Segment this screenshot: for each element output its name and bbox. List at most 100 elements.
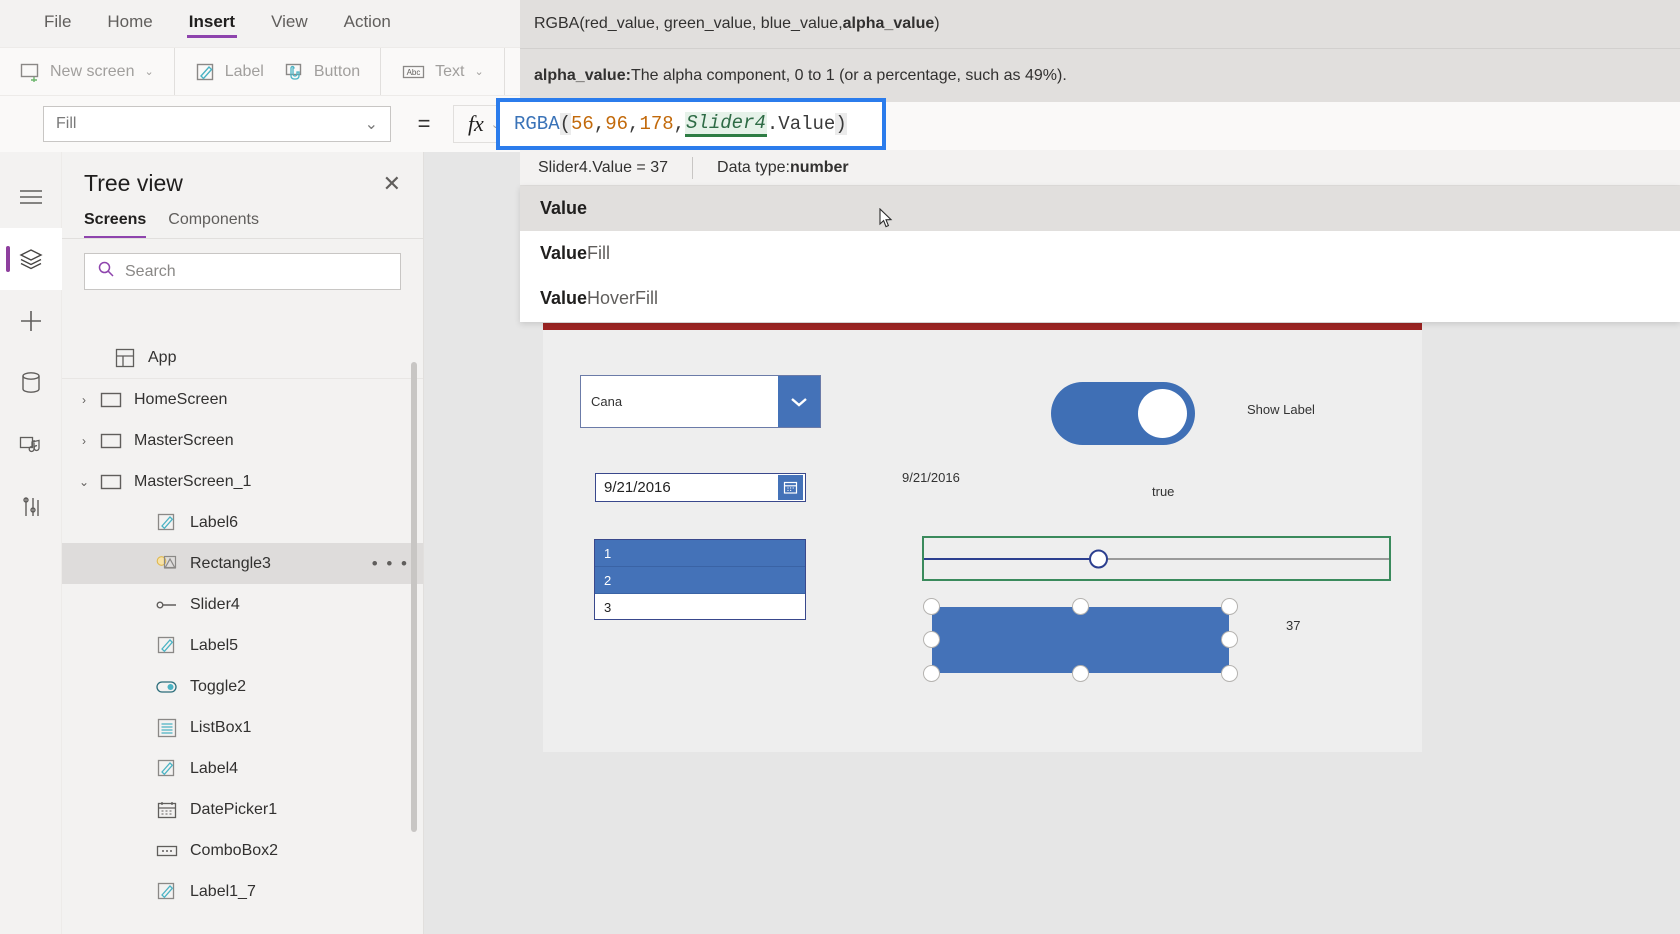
slider-track-filled	[924, 557, 1099, 560]
data-sources-icon[interactable]	[0, 352, 62, 414]
insert-icon[interactable]	[0, 290, 62, 352]
toggle-icon	[152, 680, 182, 694]
chevron-icon[interactable]: ›	[72, 393, 96, 407]
close-icon[interactable]: ✕	[383, 172, 401, 195]
tree-node-listbox1[interactable]: ListBox1	[62, 707, 423, 748]
search-input[interactable]	[125, 262, 388, 281]
ribbon-tab-action[interactable]: Action	[328, 7, 407, 40]
resize-handle-n[interactable]	[1072, 598, 1089, 615]
autocomplete-rest: HoverFill	[587, 288, 659, 308]
resize-handle-e[interactable]	[1221, 631, 1238, 648]
insert-label-text: Label	[224, 62, 264, 80]
slider-icon	[152, 598, 182, 612]
ribbon-tab-label: View	[271, 12, 308, 31]
hamburger-menu-icon[interactable]	[0, 166, 62, 228]
date-echo-label: 9/21/2016	[902, 470, 960, 485]
tree-node-label: MasterScreen_1	[134, 472, 252, 490]
search-box[interactable]	[84, 253, 401, 290]
calendar-icon[interactable]	[778, 475, 803, 500]
tree-node-masterscreen[interactable]: › MasterScreen	[62, 420, 423, 461]
tree-node-label6[interactable]: Label6	[62, 502, 423, 543]
tree-node-label4[interactable]: Label4	[62, 748, 423, 789]
tree-node-label1_7[interactable]: Label1_7	[62, 871, 423, 912]
tree-node-label: Toggle2	[190, 677, 247, 695]
new-screen-label: New screen	[50, 62, 135, 80]
chevron-icon[interactable]: ⌄	[72, 475, 96, 489]
tree-node-app[interactable]: App	[62, 338, 423, 379]
resize-handle-se[interactable]	[1221, 665, 1238, 682]
tree-scrollbar[interactable]	[411, 342, 417, 934]
ribbon-tab-insert[interactable]: Insert	[173, 7, 251, 40]
tree-view-panel: Tree view ✕ Screens Components App › Home…	[62, 152, 424, 934]
chevron-down-icon[interactable]	[778, 376, 820, 427]
listbox-item-label: 1	[604, 545, 612, 561]
canvas-datepicker[interactable]: 9/21/2016	[595, 473, 806, 502]
more-options-icon[interactable]: • • •	[372, 554, 409, 574]
tree-node-label5[interactable]: Label5	[62, 625, 423, 666]
ribbon-tab-view[interactable]: View	[255, 7, 324, 40]
autocomplete-list[interactable]: Value Value Fill Value HoverFill	[520, 186, 1680, 322]
tree-node-list[interactable]: App › HomeScreen › MasterScreen ⌄ Master…	[62, 338, 423, 934]
property-dropdown[interactable]: Fill ⌄	[43, 106, 391, 142]
autocomplete-item[interactable]: Value HoverFill	[520, 276, 1680, 321]
tree-node-masterscreen_1[interactable]: ⌄ MasterScreen_1	[62, 461, 423, 502]
resize-handle-ne[interactable]	[1221, 598, 1238, 615]
app-screen-preview[interactable]: Cana 9/21/2016 123 Show Label 9/21/2016 …	[543, 323, 1422, 752]
canvas-listbox[interactable]: 1 2 3	[594, 539, 806, 620]
toggle-knob	[1138, 389, 1187, 438]
tree-node-toggle2[interactable]: Toggle2	[62, 666, 423, 707]
resize-handle-nw[interactable]	[923, 598, 940, 615]
listbox-item[interactable]: 2	[595, 567, 805, 594]
button-icon	[284, 62, 306, 82]
ribbon-tab-label: Insert	[188, 12, 236, 31]
listbox-item[interactable]: 1	[595, 540, 805, 567]
tree-node-label: Slider4	[190, 595, 240, 613]
ribbon-tab-label: Action	[343, 12, 391, 31]
formula-result-bar: Slider4.Value = 37 Data type: number	[520, 150, 1680, 186]
tree-node-rectangle3[interactable]: Rectangle3 • • •	[62, 543, 423, 584]
tree-tab-screens[interactable]: Screens	[84, 211, 147, 238]
listbox-item[interactable]: 3	[595, 594, 805, 621]
listbox-item-label: 3	[604, 600, 612, 615]
divider	[692, 156, 694, 179]
canvas-rectangle-selected[interactable]	[923, 598, 1238, 682]
chevron-down-icon[interactable]: ⌄	[144, 65, 153, 78]
tree-tab-label: Screens	[84, 211, 147, 228]
media-icon[interactable]	[0, 414, 62, 476]
page-title: Tree view	[84, 170, 183, 196]
variables-icon[interactable]	[0, 476, 62, 538]
resize-handle-w[interactable]	[923, 631, 940, 648]
resize-handle-s[interactable]	[1072, 665, 1089, 682]
tree-node-homescreen[interactable]: › HomeScreen	[62, 379, 423, 420]
tree-node-slider4[interactable]: Slider4	[62, 584, 423, 625]
screen-top-bar	[543, 323, 1422, 330]
data-type-value: number	[789, 158, 849, 176]
tree-node-combobox2[interactable]: ComboBox2	[62, 830, 423, 871]
tree-view-icon[interactable]	[0, 228, 62, 290]
formula-input[interactable]: RGBA(56, 96, 178, Slider4 .Value)	[500, 102, 882, 146]
ribbon-tab-home[interactable]: Home	[91, 7, 168, 40]
canvas-toggle[interactable]	[1051, 382, 1195, 445]
canvas-slider[interactable]	[922, 536, 1391, 581]
chevron-down-icon[interactable]: ⌄	[474, 65, 483, 78]
search-container	[62, 239, 423, 300]
insert-text-button[interactable]: Abc Text ⌄	[391, 56, 494, 88]
slider-thumb[interactable]	[1089, 549, 1108, 568]
show-label-text: Show Label	[1247, 402, 1315, 417]
label-icon	[195, 62, 217, 82]
insert-label-button[interactable]: Label	[185, 56, 274, 88]
tree-tab-components[interactable]: Components	[168, 211, 259, 238]
insert-text-label: Text	[435, 62, 465, 80]
resize-handle-sw[interactable]	[923, 665, 940, 682]
new-screen-button[interactable]: New screen ⌄	[10, 56, 164, 88]
formula-input-wrapper[interactable]: RGBA(56, 96, 178, Slider4 .Value)	[496, 98, 886, 150]
ribbon-tab-file[interactable]: File	[28, 7, 87, 40]
autocomplete-item[interactable]: Value Fill	[520, 231, 1680, 276]
chevron-icon[interactable]: ›	[72, 434, 96, 448]
insert-button-button[interactable]: Button	[274, 56, 370, 88]
tree-node-datepicker1[interactable]: DatePicker1	[62, 789, 423, 830]
tree-scrollbar-thumb[interactable]	[411, 362, 417, 832]
canvas-combobox[interactable]: Cana	[580, 375, 821, 428]
tree-node-label: Label6	[190, 513, 239, 531]
autocomplete-item[interactable]: Value	[520, 186, 1680, 231]
